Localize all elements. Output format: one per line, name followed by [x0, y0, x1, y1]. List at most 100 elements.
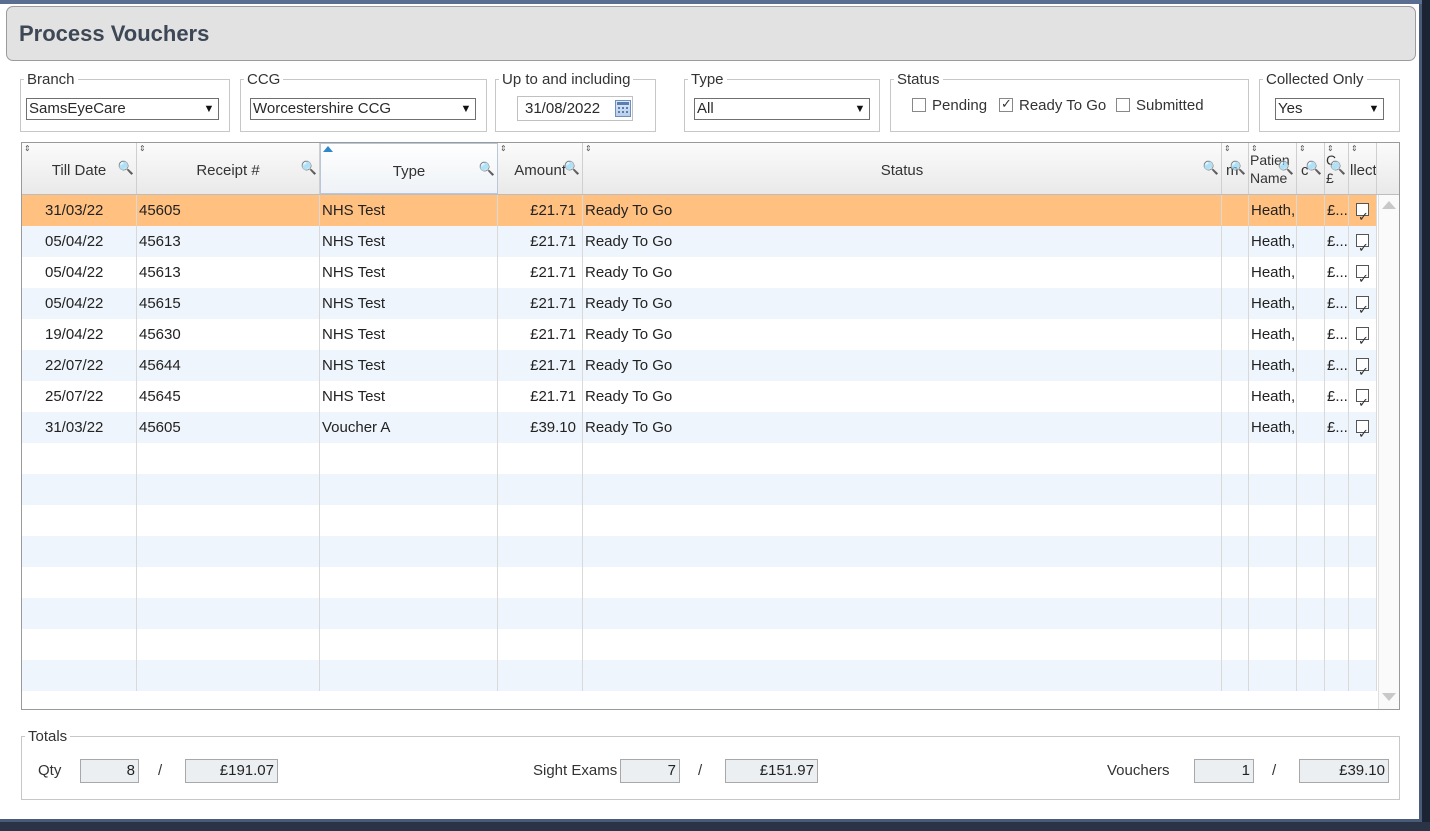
checkbox-checked-icon[interactable]: [999, 96, 1013, 112]
column-header-c[interactable]: ⇕ c 🔍: [1297, 143, 1325, 194]
status-ready-checkbox[interactable]: Ready To Go: [999, 96, 1106, 114]
cell-pound: [1325, 443, 1349, 474]
column-header-type[interactable]: Type 🔍: [320, 143, 498, 194]
table-row[interactable]: 22/07/22 45644 NHS Test £21.71 Ready To Go He…: [22, 350, 1377, 381]
cell-blank: [1222, 598, 1249, 629]
checkbox-unchecked-icon[interactable]: [912, 97, 926, 112]
cell-amount: [498, 474, 583, 505]
chevron-down-icon: ▼: [203, 103, 215, 115]
date-field[interactable]: 31/08/2022: [517, 96, 633, 121]
cell-status: Ready To Go: [583, 226, 1222, 257]
cell-type: [320, 567, 498, 598]
scroll-down-icon[interactable]: [1382, 693, 1396, 701]
title-bar: Process Vouchers: [6, 6, 1416, 61]
resize-icon: ⇕: [1299, 144, 1306, 153]
empty-table-row: [22, 536, 1377, 567]
ccg-select[interactable]: Worcestershire CCG ▼: [250, 98, 476, 120]
cell-blank: [1297, 505, 1325, 536]
table-row[interactable]: 05/04/22 45615 NHS Test £21.71 Ready To Go He…: [22, 288, 1377, 319]
search-icon[interactable]: 🔍: [1306, 160, 1322, 176]
vouchers-separator: /: [1272, 762, 1277, 779]
cell-blank: [1297, 660, 1325, 691]
search-icon[interactable]: 🔍: [1203, 160, 1219, 176]
cell-amount: £21.71: [498, 257, 583, 288]
scroll-up-icon[interactable]: [1382, 201, 1396, 209]
cell-blank: [1297, 629, 1325, 660]
search-icon[interactable]: 🔍: [118, 160, 134, 176]
empty-table-row: [22, 660, 1377, 691]
search-icon[interactable]: 🔍: [1230, 160, 1246, 176]
cell-patient: Heath,: [1249, 226, 1297, 257]
table-row[interactable]: 19/04/22 45630 NHS Test £21.71 Ready To Go He…: [22, 319, 1377, 350]
cell-blank: [1297, 226, 1325, 257]
checkbox-checked-icon[interactable]: [1356, 294, 1369, 319]
collected-only-select[interactable]: Yes ▼: [1275, 98, 1384, 120]
cell-collected: [1349, 195, 1377, 226]
ccg-value: Worcestershire CCG: [253, 100, 392, 117]
cell-type: Voucher A: [320, 412, 498, 443]
status-submitted-checkbox[interactable]: Submitted: [1116, 97, 1204, 114]
search-icon[interactable]: 🔍: [1278, 160, 1294, 176]
table-row[interactable]: 31/03/22 45605 NHS Test £21.71 Ready To Go He…: [22, 195, 1377, 226]
cell-blank: [1297, 567, 1325, 598]
column-header-patient-name[interactable]: ⇕ Patien Name 🔍: [1249, 143, 1297, 194]
column-header-collected[interactable]: ⇕ llect: [1349, 143, 1377, 194]
column-header-status[interactable]: ⇕ Status 🔍: [583, 143, 1222, 194]
cell-type: [320, 536, 498, 567]
branch-select[interactable]: SamsEyeCare ▼: [26, 98, 219, 120]
table-row[interactable]: 05/04/22 45613 NHS Test £21.71 Ready To Go He…: [22, 257, 1377, 288]
empty-table-row: [22, 567, 1377, 598]
cell-blank: [1222, 536, 1249, 567]
checkbox-checked-icon[interactable]: [1356, 201, 1369, 226]
cell-pound: [1325, 629, 1349, 660]
search-icon[interactable]: 🔍: [301, 160, 317, 176]
cell-blank: [1297, 443, 1325, 474]
cell-patient: [1249, 660, 1297, 691]
column-header-till-date[interactable]: ⇕ Till Date 🔍: [22, 143, 137, 194]
type-select[interactable]: All ▼: [694, 98, 870, 120]
cell-type: NHS Test: [320, 319, 498, 350]
cell-till-date: [22, 567, 137, 598]
cell-collected: [1349, 381, 1377, 412]
resize-icon: ⇕: [500, 144, 507, 153]
column-header-m[interactable]: ⇕ m 🔍: [1222, 143, 1249, 194]
checkbox-checked-icon[interactable]: [1356, 387, 1369, 412]
column-header-amount[interactable]: ⇕ Amount 🔍: [498, 143, 583, 194]
search-icon[interactable]: 🔍: [479, 161, 495, 177]
cell-receipt: [137, 474, 320, 505]
cell-patient: [1249, 536, 1297, 567]
checkbox-checked-icon[interactable]: [1356, 418, 1369, 443]
cell-receipt: [137, 536, 320, 567]
vertical-scrollbar[interactable]: [1378, 195, 1399, 709]
checkbox-unchecked-icon[interactable]: [1116, 97, 1130, 112]
checkbox-checked-icon[interactable]: [1356, 263, 1369, 288]
cell-collected: [1349, 412, 1377, 443]
cell-blank: [1222, 288, 1249, 319]
process-vouchers-window: Process Vouchers Branch SamsEyeCare ▼ CC…: [0, 0, 1422, 822]
calendar-icon[interactable]: [615, 100, 631, 117]
cell-till-date: 05/04/22: [22, 226, 137, 257]
cell-blank: [1222, 629, 1249, 660]
cell-amount: £21.71: [498, 195, 583, 226]
search-icon[interactable]: 🔍: [1330, 160, 1346, 176]
cell-patient: [1249, 474, 1297, 505]
cell-amount: £21.71: [498, 319, 583, 350]
column-header-pound[interactable]: ⇕ C £ 🔍: [1325, 143, 1349, 194]
status-pending-label: Pending: [932, 97, 988, 114]
search-icon[interactable]: 🔍: [564, 160, 580, 176]
table-row[interactable]: 25/07/22 45645 NHS Test £21.71 Ready To Go He…: [22, 381, 1377, 412]
sort-ascending-icon: [323, 146, 333, 152]
cell-collected: [1349, 660, 1377, 691]
table-row[interactable]: 31/03/22 45605 Voucher A £39.10 Ready To Go H…: [22, 412, 1377, 443]
checkbox-checked-icon[interactable]: [1356, 356, 1369, 381]
cell-blank: [1222, 350, 1249, 381]
cell-patient: [1249, 629, 1297, 660]
checkbox-checked-icon[interactable]: [1356, 325, 1369, 350]
cell-status: [583, 567, 1222, 598]
checkbox-checked-icon[interactable]: [1356, 232, 1369, 257]
status-pending-checkbox[interactable]: Pending: [912, 97, 987, 114]
cell-pound: £...: [1325, 319, 1349, 350]
cell-receipt: [137, 505, 320, 536]
column-header-receipt[interactable]: ⇕ Receipt # 🔍: [137, 143, 320, 194]
table-row[interactable]: 05/04/22 45613 NHS Test £21.71 Ready To Go He…: [22, 226, 1377, 257]
